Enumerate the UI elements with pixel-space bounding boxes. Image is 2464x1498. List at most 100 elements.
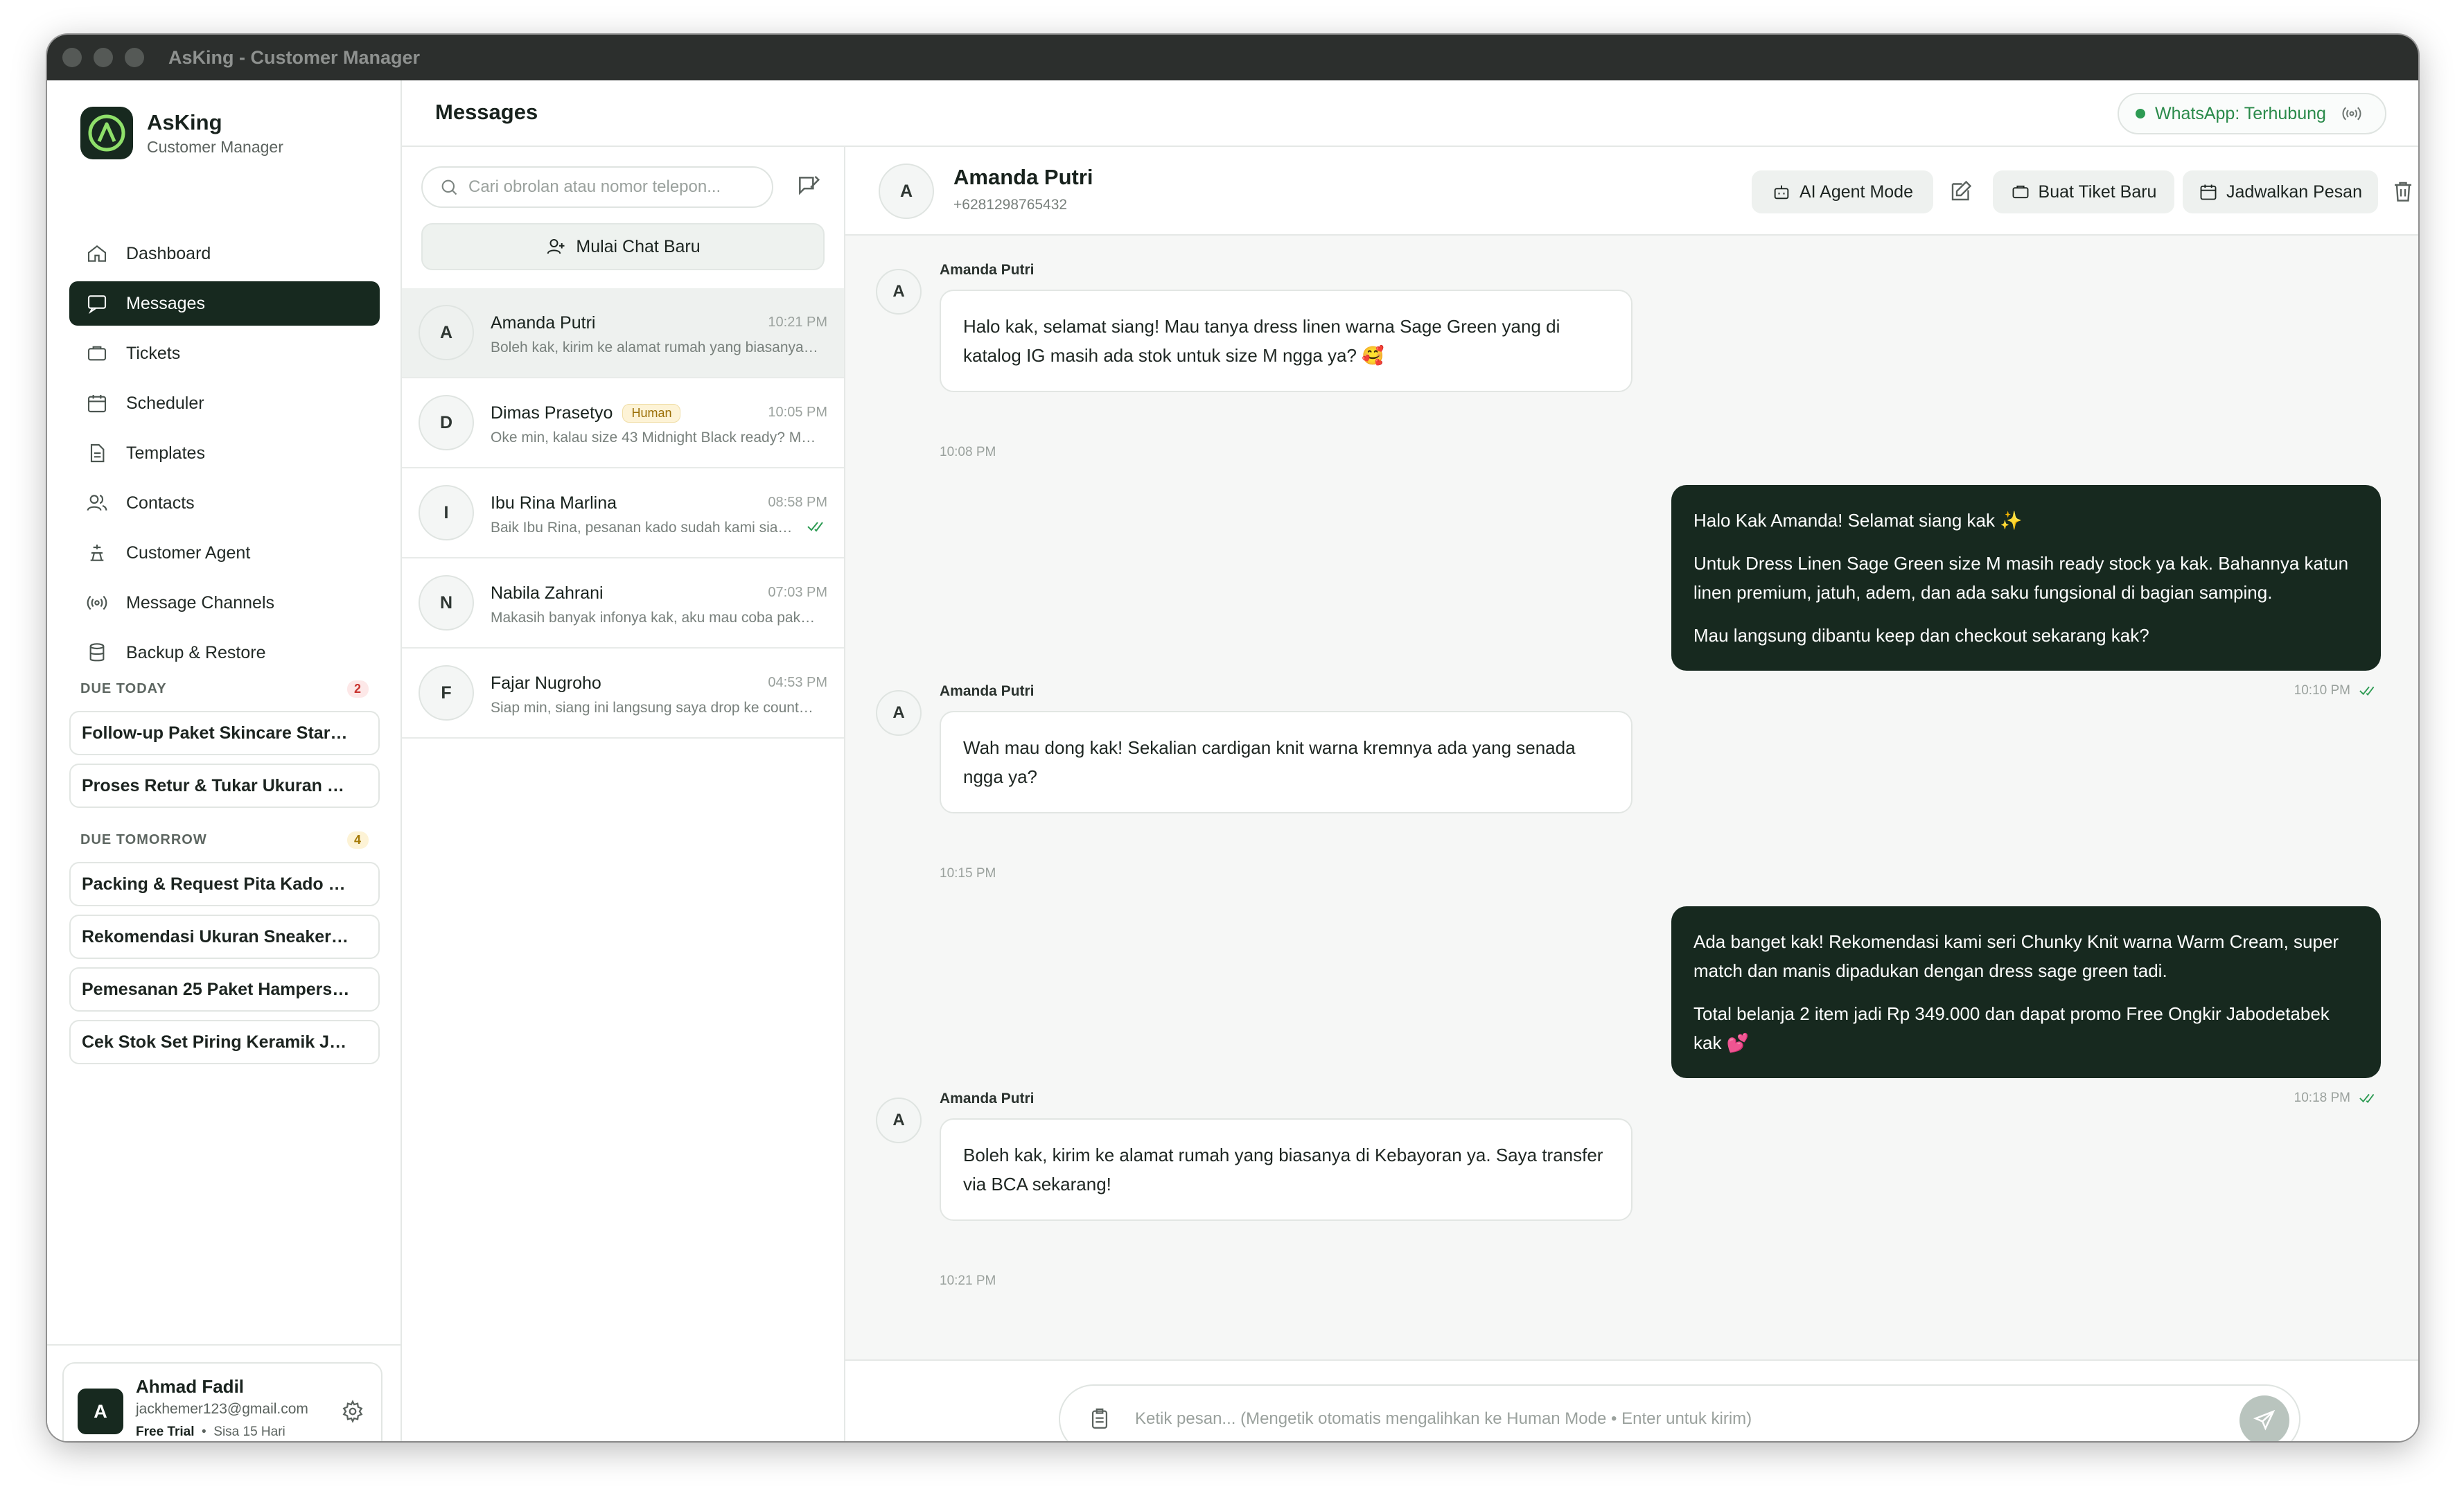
sidebar-item-label: Backup & Restore bbox=[126, 642, 266, 662]
due-tomorrow-label: DUE TOMORROW bbox=[80, 831, 207, 847]
incoming-message: Halo kak, selamat siang! Mau tanya dress… bbox=[940, 290, 1633, 392]
search-input[interactable]: Cari obrolan atau nomor telepon... bbox=[421, 166, 773, 208]
chat-header: A Amanda Putri +6281298765432 AI Agent M… bbox=[845, 147, 2418, 236]
double-check-icon bbox=[2359, 686, 2375, 696]
double-check-icon bbox=[2359, 1093, 2375, 1104]
ticket-icon bbox=[87, 346, 107, 361]
due-tomorrow-count: 4 bbox=[346, 831, 369, 849]
contact-name: Amanda Putri bbox=[491, 313, 596, 333]
gear-icon[interactable] bbox=[341, 1400, 364, 1423]
due-task-item[interactable]: Packing & Request Pita Kado Ulang Tahun bbox=[69, 862, 380, 906]
sidebar-item-label: Message Channels bbox=[126, 592, 275, 613]
avatar: F bbox=[419, 665, 474, 721]
new-chat-label: Mulai Chat Baru bbox=[576, 236, 701, 256]
sidebar-item-backup-restore[interactable]: Backup & Restore bbox=[69, 631, 380, 675]
message-icon bbox=[87, 295, 107, 315]
sidebar-item-scheduler[interactable]: Scheduler bbox=[69, 381, 380, 425]
due-task-item[interactable]: Cek Stok Set Piring Keramik Jepang bbox=[69, 1020, 380, 1064]
user-name: Ahmad Fadil bbox=[136, 1376, 245, 1397]
sidebar-item-label: Customer Agent bbox=[126, 543, 251, 563]
trial-remaining: Sisa 15 Hari bbox=[213, 1425, 285, 1439]
broadcast-icon bbox=[87, 595, 107, 610]
sidebar-item-label: Templates bbox=[126, 443, 205, 463]
edit-icon[interactable] bbox=[1948, 179, 1973, 204]
conversation-preview: Siap min, siang ini langsung saya drop k… bbox=[491, 700, 820, 716]
new-chat-button[interactable]: Mulai Chat Baru bbox=[421, 223, 825, 270]
due-task-item[interactable]: Rekomendasi Ukuran Sneakers Anak bbox=[69, 915, 380, 959]
document-icon bbox=[90, 443, 105, 463]
window-zoom-button[interactable] bbox=[125, 48, 144, 67]
list-item[interactable]: N Nabila Zahrani 07:03 PM Makasih banyak… bbox=[402, 558, 844, 649]
due-task-item[interactable]: Proses Retur & Tukar Ukuran Kemeja bbox=[69, 764, 380, 808]
window-minimize-button[interactable] bbox=[94, 48, 113, 67]
message-sender: Amanda Putri bbox=[940, 1091, 1035, 1107]
user-email: jackhemer123@gmail.com bbox=[136, 1401, 308, 1417]
create-ticket-button[interactable]: Buat Tiket Baru bbox=[1993, 170, 2174, 213]
schedule-message-button[interactable]: Jadwalkan Pesan bbox=[2183, 170, 2378, 213]
message-input[interactable]: Ketik pesan... (Mengetik otomatis mengal… bbox=[1059, 1384, 2300, 1441]
calendar-icon bbox=[2200, 184, 2217, 200]
list-item[interactable]: D Dimas Prasetyo Human 10:05 PM Oke min,… bbox=[402, 378, 844, 468]
message-sender: Amanda Putri bbox=[940, 683, 1035, 699]
list-item[interactable]: I Ibu Rina Marlina 08:58 PM Baik Ibu Rin… bbox=[402, 468, 844, 558]
conversation-preview: Boleh kak, kirim ke alamat rumah yang bi… bbox=[491, 340, 820, 355]
send-button[interactable] bbox=[2239, 1395, 2289, 1441]
avatar: A bbox=[419, 305, 474, 360]
ai-agent-mode-button[interactable]: AI Agent Mode bbox=[1752, 170, 1933, 213]
brand: AsKing Customer Manager bbox=[80, 107, 283, 159]
sidebar-item-dashboard[interactable]: Dashboard bbox=[69, 231, 380, 276]
whatsapp-status-text: WhatsApp: Terhubung bbox=[2155, 103, 2326, 123]
sidebar-item-tickets[interactable]: Tickets bbox=[69, 331, 380, 376]
due-task-item[interactable]: Pemesanan 25 Paket Hampers Corporate bbox=[69, 967, 380, 1012]
message-time: 10:18 PM bbox=[2294, 1091, 2379, 1106]
outgoing-message: Ada banget kak! Rekomendasi kami seri Ch… bbox=[1671, 906, 2381, 1078]
conversation-time: 04:53 PM bbox=[768, 675, 827, 690]
database-icon bbox=[89, 643, 105, 662]
template-icon[interactable] bbox=[1088, 1407, 1111, 1431]
due-today-count: 2 bbox=[346, 680, 369, 698]
conversation-preview: Makasih banyak infonya kak, aku mau coba… bbox=[491, 610, 820, 626]
calendar-icon bbox=[87, 395, 107, 413]
user-plan: Free Trial • Sisa 15 Hari bbox=[136, 1425, 285, 1439]
avatar: N bbox=[419, 575, 474, 631]
list-item[interactable]: A Amanda Putri 10:21 PM Boleh kak, kirim… bbox=[402, 288, 844, 378]
conversation-preview: Oke min, kalau size 43 Midnight Black re… bbox=[491, 430, 820, 446]
chat-panel: A Amanda Putri +6281298765432 AI Agent M… bbox=[845, 147, 2418, 1441]
send-icon bbox=[2253, 1409, 2276, 1431]
brand-subtitle: Customer Manager bbox=[147, 137, 283, 156]
app-window: AsKing - Customer Manager AsKing Custome… bbox=[47, 35, 2418, 1441]
sidebar-item-templates[interactable]: Templates bbox=[69, 431, 380, 475]
sidebar-item-message-channels[interactable]: Message Channels bbox=[69, 581, 380, 625]
avatar: A bbox=[876, 269, 922, 315]
whatsapp-status-badge[interactable]: WhatsApp: Terhubung bbox=[2118, 93, 2386, 134]
message-time: 10:15 PM bbox=[940, 866, 996, 881]
agent-icon bbox=[90, 545, 104, 561]
ticket-icon bbox=[2012, 185, 2028, 199]
user-card[interactable]: A Ahmad Fadil jackhemer123@gmail.com Fre… bbox=[62, 1362, 382, 1441]
sidebar-item-label: Contacts bbox=[126, 493, 195, 513]
broadcast-icon bbox=[2342, 107, 2361, 121]
add-user-icon bbox=[547, 239, 565, 254]
list-item[interactable]: F Fajar Nugroho 04:53 PM Siap min, siang… bbox=[402, 649, 844, 739]
robot-icon bbox=[1774, 185, 1789, 200]
window-close-button[interactable] bbox=[62, 48, 82, 67]
outgoing-message: Halo Kak Amanda! Selamat siang kak ✨ Unt… bbox=[1671, 485, 2381, 671]
message-input-placeholder: Ketik pesan... (Mengetik otomatis mengal… bbox=[1135, 1409, 1752, 1428]
compose-icon[interactable] bbox=[795, 173, 822, 200]
message-time: 10:08 PM bbox=[940, 445, 996, 459]
trash-icon[interactable] bbox=[2391, 179, 2415, 204]
due-task-item[interactable]: Follow-up Paket Skincare Starter bbox=[69, 711, 380, 755]
message-thread: A Amanda Putri Halo kak, selamat siang! … bbox=[845, 236, 2418, 1288]
sidebar-item-messages[interactable]: Messages bbox=[69, 281, 380, 326]
avatar: A bbox=[879, 164, 934, 219]
sidebar-item-contacts[interactable]: Contacts bbox=[69, 481, 380, 525]
status-dot-icon bbox=[2136, 109, 2145, 118]
sidebar-item-customer-agent[interactable]: Customer Agent bbox=[69, 531, 380, 575]
conversation-preview: Baik Ibu Rina, pesanan kado sudah kami s… bbox=[491, 520, 795, 536]
message-time: 10:21 PM bbox=[940, 1274, 996, 1288]
incoming-message: Wah mau dong kak! Sekalian cardigan knit… bbox=[940, 711, 1633, 813]
contact-name: Ibu Rina Marlina bbox=[491, 493, 617, 513]
composer-bar: Ketik pesan... (Mengetik otomatis mengal… bbox=[845, 1359, 2418, 1441]
double-check-icon bbox=[807, 522, 823, 532]
sidebar-item-label: Messages bbox=[126, 293, 205, 313]
